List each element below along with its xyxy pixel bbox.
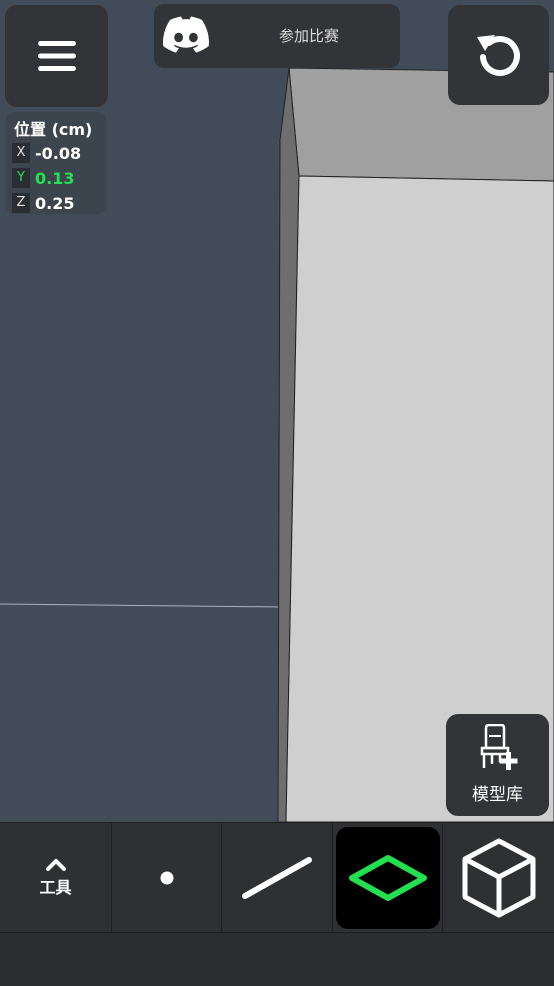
plane-tool-button[interactable] <box>333 823 442 933</box>
discord-icon <box>163 16 209 53</box>
x-axis-badge: X <box>12 143 30 163</box>
line-icon <box>242 857 312 899</box>
tools-label: 工具 <box>39 878 72 897</box>
undo-icon <box>476 35 520 76</box>
undo-button[interactable] <box>448 5 549 105</box>
point-tool-button[interactable] <box>112 823 221 933</box>
x-value: -0.08 <box>35 143 82 163</box>
model-library-button[interactable]: 模型库 <box>446 714 549 816</box>
line-tool-button[interactable] <box>222 823 332 933</box>
z-axis-badge: Z <box>12 193 30 213</box>
position-y-row: Y 0.13 <box>12 167 74 189</box>
position-title: 位置 (cm) <box>14 120 93 139</box>
tools-expand-button[interactable]: 工具 <box>0 823 111 933</box>
tool-bar: 工具 <box>0 822 554 933</box>
chair-add-icon <box>480 724 518 770</box>
position-z-row: Z 0.25 <box>12 192 74 214</box>
position-x-row: X -0.08 <box>12 142 81 164</box>
position-panel: 位置 (cm) X -0.08 Y 0.13 Z 0.25 <box>6 112 106 214</box>
cube-tool-button[interactable] <box>443 823 554 933</box>
bottom-panel <box>0 932 554 986</box>
model-library-label: 模型库 <box>472 785 523 805</box>
y-axis-badge: Y <box>12 168 30 188</box>
plane-icon <box>348 855 427 901</box>
y-value: 0.13 <box>35 168 75 188</box>
point-icon <box>160 871 173 885</box>
join-contest-label: 参加比赛 <box>278 27 339 45</box>
z-value: 0.25 <box>35 193 75 213</box>
cube-icon <box>462 838 535 918</box>
chevron-up-icon <box>45 859 66 871</box>
join-contest-button[interactable]: 参加比赛 <box>154 4 400 68</box>
hamburger-icon <box>37 41 76 71</box>
menu-button[interactable] <box>5 5 108 107</box>
